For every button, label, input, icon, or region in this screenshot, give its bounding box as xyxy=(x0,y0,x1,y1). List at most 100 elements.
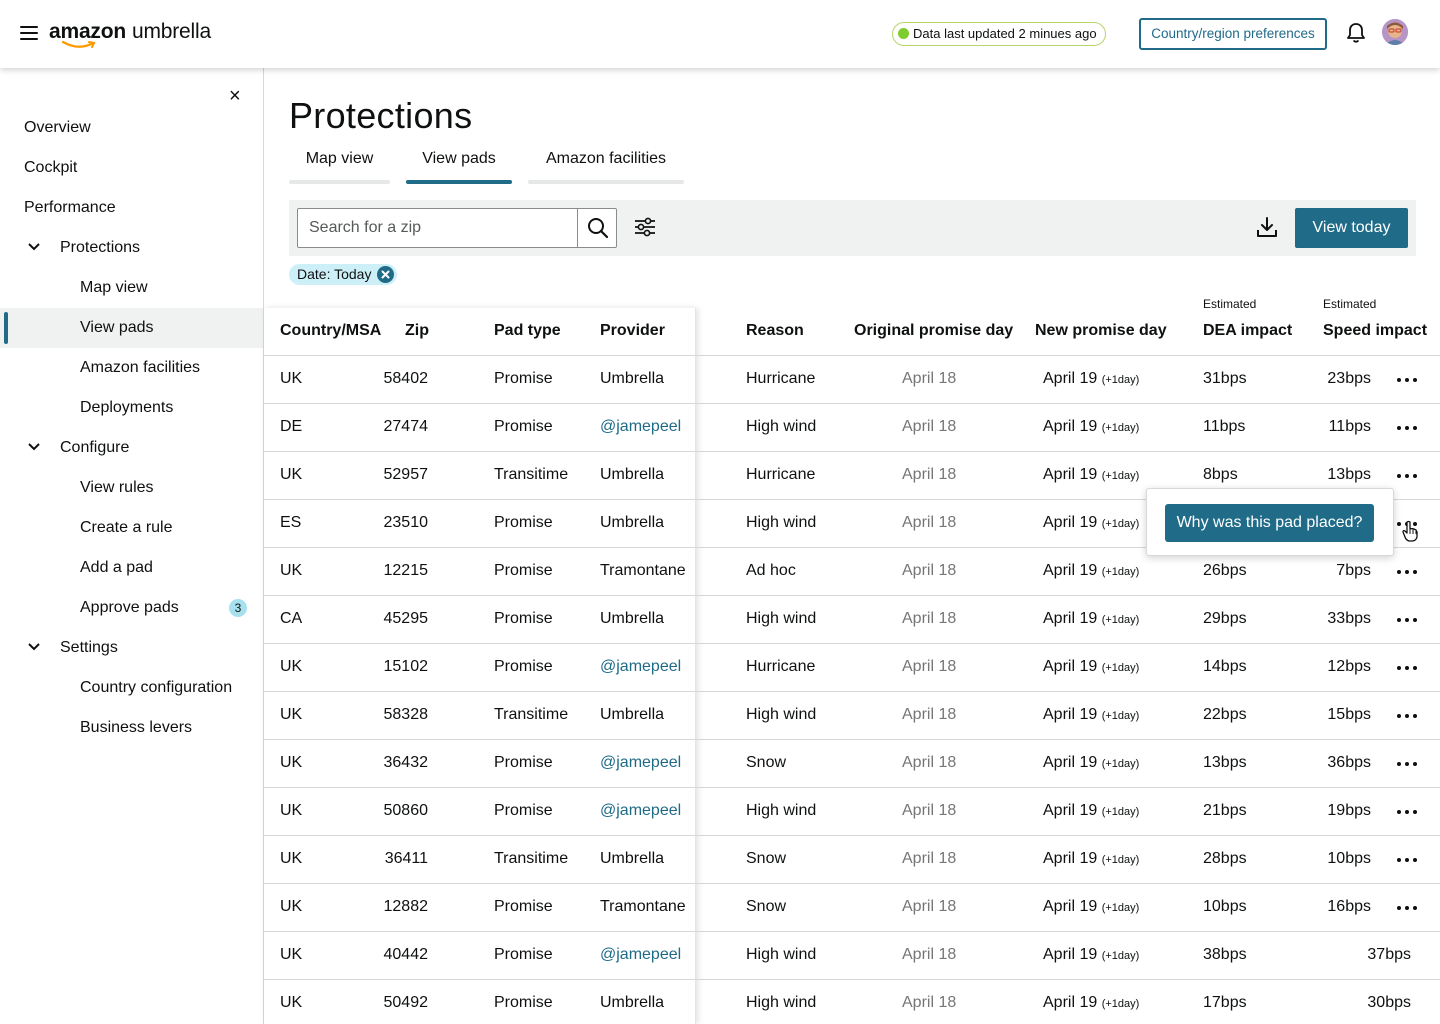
table-row[interactable]: CA 45295 Promise Umbrella High wind Apri… xyxy=(264,596,1440,644)
table-row[interactable]: UK 58402 Promise Umbrella Hurricane Apri… xyxy=(264,356,1440,404)
cell-provider[interactable]: @jamepeel xyxy=(600,418,681,436)
cell-original-promise-day: April 18 xyxy=(902,706,957,723)
filter-icon[interactable] xyxy=(634,216,656,238)
column-header-provider[interactable]: Provider xyxy=(600,322,665,340)
cell-country: DE xyxy=(280,418,303,435)
search-button[interactable] xyxy=(577,209,616,247)
logo-brand: amazon xyxy=(49,20,126,43)
cell-original-promise-day: April 18 xyxy=(902,658,957,675)
column-header-speed-impact[interactable]: Speed impact xyxy=(1323,322,1427,340)
tab-map-view[interactable]: Map view xyxy=(289,148,390,184)
sidebar-item-create-rule[interactable]: Create a rule xyxy=(0,508,263,548)
search-input[interactable] xyxy=(298,209,577,247)
cell-speed-impact: 37bps xyxy=(1367,946,1411,963)
sidebar-item-label: Amazon facilities xyxy=(80,359,201,376)
chevron-down-icon[interactable] xyxy=(28,642,40,652)
estimated-label: Estimated xyxy=(1203,297,1257,311)
more-actions-icon[interactable] xyxy=(1397,906,1419,912)
more-actions-icon[interactable] xyxy=(1397,570,1419,576)
table-row[interactable]: UK 36411 Transitime Umbrella Snow April … xyxy=(264,836,1440,884)
column-header-dea-impact[interactable]: DEA impact xyxy=(1203,322,1292,340)
cell-original-promise-day: April 18 xyxy=(902,466,957,483)
sidebar-item-performance[interactable]: Performance xyxy=(0,188,263,228)
cell-reason: High wind xyxy=(746,418,817,435)
day-offset: (+1day) xyxy=(1101,710,1140,722)
column-header-zip[interactable]: Zip xyxy=(405,322,429,340)
cell-provider[interactable]: @jamepeel xyxy=(600,754,681,772)
sidebar-item-business-levers[interactable]: Business levers xyxy=(0,708,263,748)
more-actions-icon[interactable] xyxy=(1397,474,1419,480)
cell-zip: 45295 xyxy=(383,610,429,627)
cell-provider: Umbrella xyxy=(600,466,665,483)
table-row[interactable]: UK 36432 Promise @jamepeel Snow April 18… xyxy=(264,740,1440,788)
tab-amazon-facilities[interactable]: Amazon facilities xyxy=(528,148,684,184)
sidebar-item-label: Configure xyxy=(60,439,130,456)
cell-country: UK xyxy=(280,754,303,771)
chevron-down-icon[interactable] xyxy=(28,242,40,252)
new-day-text: April 19 xyxy=(1043,706,1098,723)
sidebar-item-add-pad[interactable]: Add a pad xyxy=(0,548,263,588)
table-row[interactable]: DE 27474 Promise @jamepeel High wind Apr… xyxy=(264,404,1440,452)
table-row[interactable]: UK 40442 Promise @jamepeel High wind Apr… xyxy=(264,932,1440,980)
avatar[interactable] xyxy=(1382,19,1408,45)
sidebar-item-cockpit[interactable]: Cockpit xyxy=(0,148,263,188)
more-actions-icon[interactable] xyxy=(1397,858,1419,864)
sidebar-item-view-rules[interactable]: View rules xyxy=(0,468,263,508)
cell-provider[interactable]: @jamepeel xyxy=(600,658,681,676)
sidebar-item-amazon-facilities[interactable]: Amazon facilities xyxy=(0,348,263,388)
cell-new-promise-day: April 19 (+1day) xyxy=(1043,994,1139,1012)
cell-zip: 36432 xyxy=(383,754,429,771)
more-actions-icon[interactable] xyxy=(1397,762,1419,768)
column-header-country[interactable]: Country/MSA xyxy=(280,322,381,340)
cell-country: UK xyxy=(280,466,303,483)
day-offset: (+1day) xyxy=(1101,806,1140,818)
cell-provider[interactable]: @jamepeel xyxy=(600,802,681,820)
cell-country: UK xyxy=(280,802,303,819)
column-header-reason[interactable]: Reason xyxy=(746,322,804,340)
view-today-button[interactable]: View today xyxy=(1295,208,1408,248)
sidebar-item-map-view[interactable]: Map view xyxy=(0,268,263,308)
cell-original-promise-day: April 18 xyxy=(902,610,957,627)
close-icon[interactable]: × xyxy=(229,86,241,106)
chevron-down-icon[interactable] xyxy=(28,442,40,452)
cell-pad-type: Promise xyxy=(494,802,553,819)
cell-zip: 50492 xyxy=(383,994,429,1011)
sidebar-item-country-configuration[interactable]: Country configuration xyxy=(0,668,263,708)
download-icon[interactable] xyxy=(1256,216,1278,238)
table-row[interactable]: UK 12882 Promise Tramontane Snow April 1… xyxy=(264,884,1440,932)
cell-zip: 50860 xyxy=(383,802,429,819)
country-preferences-button[interactable]: Country/region preferences xyxy=(1139,18,1327,50)
column-header-original-promise-day[interactable]: Original promise day xyxy=(854,322,1013,340)
table-row[interactable]: UK 50492 Promise Umbrella High wind Apri… xyxy=(264,980,1440,1024)
sidebar-item-configure[interactable]: Configure xyxy=(0,428,263,468)
sidebar-item-deployments[interactable]: Deployments xyxy=(0,388,263,428)
more-actions-icon[interactable] xyxy=(1397,714,1419,720)
column-header-pad-type[interactable]: Pad type xyxy=(494,322,561,340)
why-pad-placed-button[interactable]: Why was this pad placed? xyxy=(1165,504,1374,542)
bell-icon[interactable] xyxy=(1346,22,1366,44)
menu-icon[interactable] xyxy=(20,26,38,40)
more-actions-icon[interactable] xyxy=(1397,810,1419,816)
sidebar-item-label: Add a pad xyxy=(80,559,153,576)
sidebar-item-view-pads[interactable]: View pads xyxy=(0,308,263,348)
sidebar-item-protections[interactable]: Protections xyxy=(0,228,263,268)
sidebar-item-approve-pads[interactable]: Approve pads 3 xyxy=(0,588,263,628)
more-actions-icon[interactable] xyxy=(1397,618,1419,624)
table-row[interactable]: UK 58328 Transitime Umbrella High wind A… xyxy=(264,692,1440,740)
more-actions-icon[interactable] xyxy=(1397,666,1419,672)
remove-filter-icon[interactable] xyxy=(377,266,395,283)
cell-new-promise-day: April 19 (+1day) xyxy=(1043,850,1139,868)
more-actions-icon[interactable] xyxy=(1397,426,1419,432)
cell-reason: Ad hoc xyxy=(746,562,796,579)
sidebar-item-overview[interactable]: Overview xyxy=(0,108,263,148)
cell-dea-impact: 26bps xyxy=(1203,562,1247,579)
table-row[interactable]: UK 15102 Promise @jamepeel Hurricane Apr… xyxy=(264,644,1440,692)
cell-speed-impact: 7bps xyxy=(1336,562,1371,579)
table-row[interactable]: UK 50860 Promise @jamepeel High wind Apr… xyxy=(264,788,1440,836)
tab-view-pads[interactable]: View pads xyxy=(406,148,512,184)
sidebar-item-settings[interactable]: Settings xyxy=(0,628,263,668)
more-actions-icon[interactable] xyxy=(1397,378,1419,384)
cell-provider[interactable]: @jamepeel xyxy=(600,946,681,964)
cell-pad-type: Promise xyxy=(494,898,553,915)
column-header-new-promise-day[interactable]: New promise day xyxy=(1035,322,1167,340)
